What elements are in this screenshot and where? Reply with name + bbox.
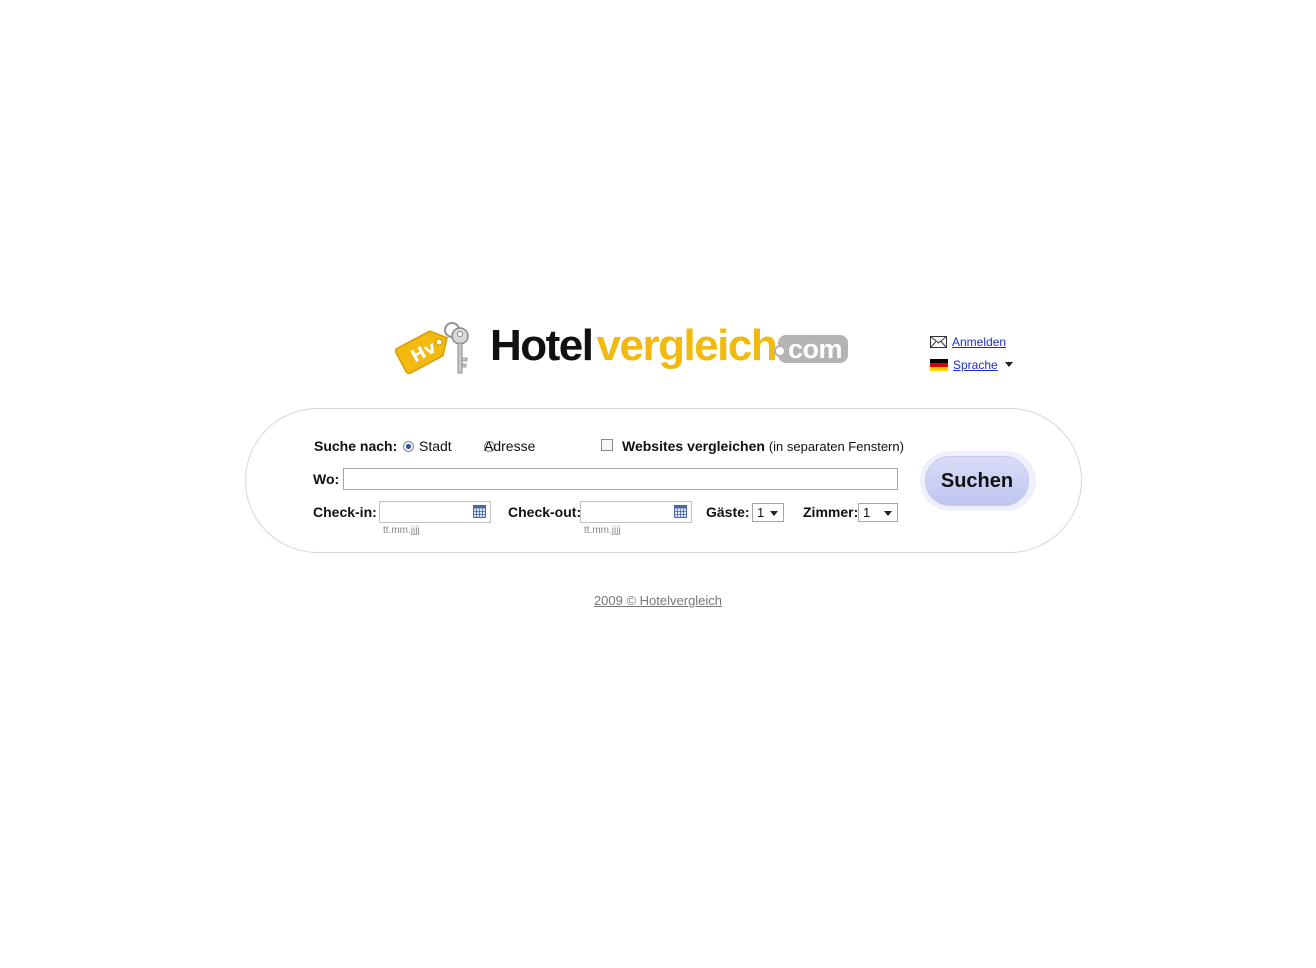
site-logo[interactable]: Hv Hotelvergleich com: [394, 318, 864, 380]
guests-select[interactable]: 1: [752, 503, 784, 522]
checkin-label: Check-in:: [313, 504, 377, 520]
radio-city-label[interactable]: Stadt: [419, 438, 452, 454]
compare-websites-label: Websites vergleichen: [622, 438, 765, 454]
search-form: Suche nach: Stadt Adresse Websites vergl…: [245, 408, 1082, 553]
compare-websites-note: (in separaten Fenstern): [768, 439, 904, 454]
compare-websites-checkbox[interactable]: [601, 439, 613, 451]
chevron-down-icon: [884, 511, 892, 516]
logo-text-primary: Hotel: [490, 321, 594, 370]
calendar-icon[interactable]: [473, 505, 486, 518]
german-flag-icon: [930, 358, 948, 371]
checkout-format-hint: tt.mm.jjjj: [584, 525, 621, 536]
search-button[interactable]: Suchen: [925, 456, 1029, 506]
radio-address-label[interactable]: Adresse: [484, 438, 535, 454]
chevron-down-icon[interactable]: [1004, 362, 1013, 367]
rooms-select-value: 1: [863, 505, 871, 520]
dates-guests-row: Check-in: tt.mm.jjjj Check-out: tt.mm.jj…: [246, 501, 946, 541]
search-button-halo: Suchen: [920, 451, 1036, 511]
account-links: Anmelden Sprache: [930, 330, 1040, 376]
logo-wordmark: Hotelvergleich: [490, 320, 778, 372]
language-row[interactable]: Sprache: [930, 353, 1040, 376]
logo-text-accent: vergleich: [596, 321, 778, 370]
key-tag-icon: Hv: [394, 321, 469, 375]
checkout-label: Check-out:: [508, 504, 582, 520]
chevron-down-icon: [770, 511, 778, 516]
login-row: Anmelden: [930, 330, 1040, 353]
mail-icon: [930, 335, 947, 348]
where-label: Wo:: [313, 471, 340, 487]
search-by-label: Suche nach:: [314, 438, 398, 454]
login-link[interactable]: Anmelden: [952, 335, 1006, 349]
checkin-format-hint: tt.mm.jjjj: [383, 525, 420, 536]
footer: 2009 © Hotelvergleich: [0, 593, 1316, 608]
search-options-row: Suche nach: Stadt Adresse Websites vergl…: [314, 437, 914, 457]
guests-select-value: 1: [757, 505, 765, 520]
calendar-icon[interactable]: [674, 505, 687, 518]
rooms-select[interactable]: 1: [858, 503, 898, 522]
rooms-label: Zimmer:: [803, 504, 859, 520]
page: Hv Hotelvergleich com Anmelden Sprache S…: [0, 0, 1316, 968]
compare-websites-text[interactable]: Websites vergleichen (in separaten Fenst…: [622, 438, 904, 454]
logo-domain-suffix: com: [773, 335, 849, 363]
guests-label: Gäste:: [706, 504, 750, 520]
language-link[interactable]: Sprache: [953, 358, 998, 372]
radio-city[interactable]: [403, 441, 414, 452]
footer-copyright-link[interactable]: 2009 © Hotelvergleich: [594, 593, 722, 608]
where-input[interactable]: [343, 468, 898, 490]
